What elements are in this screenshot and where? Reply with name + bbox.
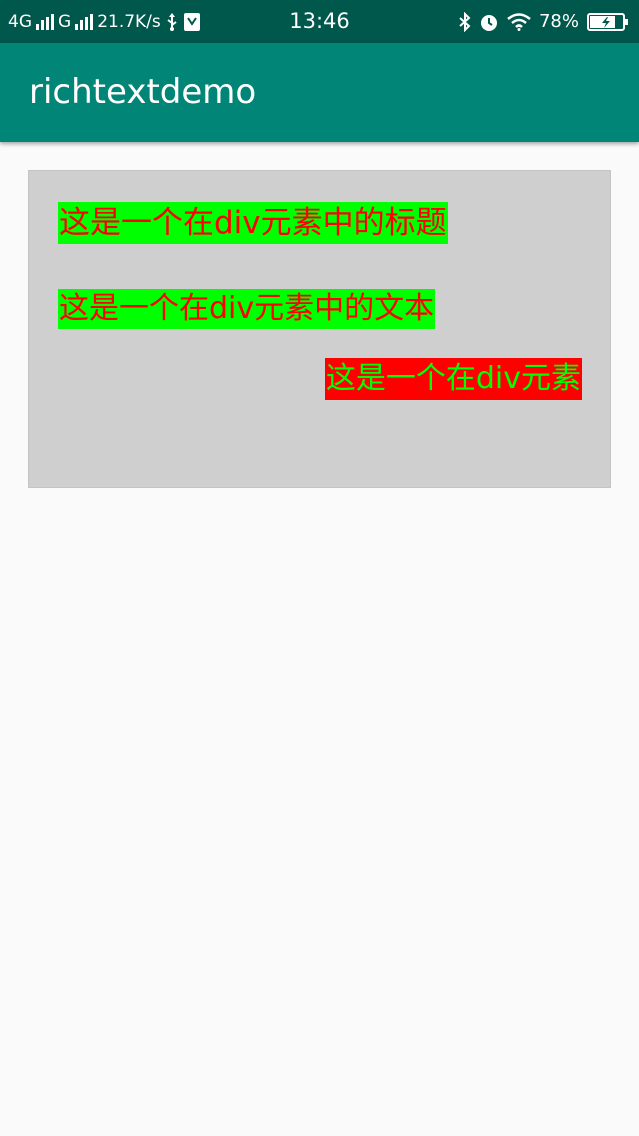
network-speed: 21.7K/s	[97, 11, 161, 32]
alarm-icon	[479, 12, 499, 32]
rich-text-div: 这是一个在div元素中的标题 这是一个在div元素中的文本 这是一个在div元素	[28, 170, 611, 488]
wifi-icon	[507, 12, 531, 31]
signal-icon	[75, 13, 94, 30]
battery-icon	[587, 12, 629, 32]
div-span: 这是一个在div元素	[324, 358, 582, 400]
bluetooth-icon	[459, 11, 471, 32]
div-paragraph: 这是一个在div元素中的文本	[58, 289, 436, 329]
status-bar: 4G G 21.7K/s 13:46 78%	[0, 0, 639, 43]
battery-percent: 78%	[538, 11, 579, 32]
app-bar: richtextdemo	[0, 43, 639, 142]
sdcard-icon	[183, 12, 201, 32]
status-left: 4G G 21.7K/s	[8, 0, 201, 43]
network-type-4g: 4G	[8, 11, 32, 32]
app-title: richtextdemo	[29, 72, 257, 112]
status-time: 13:46	[289, 9, 350, 33]
usb-icon	[165, 12, 179, 32]
signal-icon	[36, 13, 54, 30]
network-type-g: G	[58, 11, 72, 32]
status-right: 78%	[459, 0, 629, 43]
div-heading: 这是一个在div元素中的标题	[58, 202, 448, 244]
